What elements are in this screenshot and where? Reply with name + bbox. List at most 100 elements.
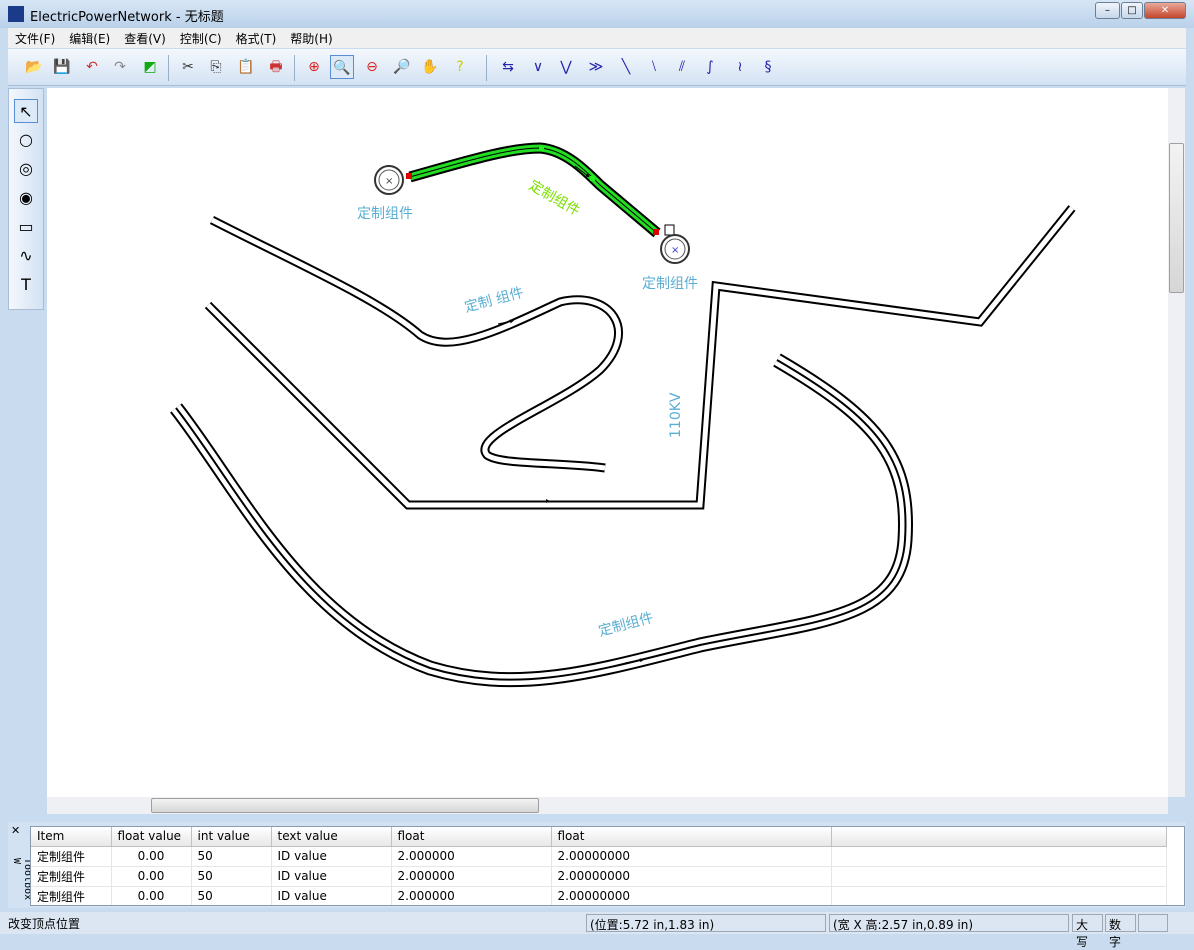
circle-tool[interactable]: ○ bbox=[14, 128, 38, 152]
menu-view[interactable]: 查看(V) bbox=[117, 28, 173, 48]
table-row[interactable]: 定制组件 0.00 50 ID value 2.000000 2.00000000 bbox=[31, 846, 1167, 867]
table-cell bbox=[831, 886, 1167, 905]
column-header[interactable]: int value bbox=[191, 827, 272, 847]
line-button[interactable]: ╲ bbox=[614, 55, 638, 79]
node-label: 定制组件 bbox=[357, 206, 413, 222]
triple-line-button[interactable]: ⫽ bbox=[670, 55, 694, 79]
vertical-scrollbar[interactable] bbox=[1168, 88, 1185, 797]
wave-tool[interactable]: ∿ bbox=[14, 244, 38, 268]
toolbar-separator bbox=[168, 55, 169, 81]
minimize-button[interactable]: – bbox=[1095, 2, 1120, 19]
scroll-thumb[interactable] bbox=[1169, 143, 1184, 293]
text-tool[interactable]: T bbox=[14, 273, 38, 297]
fill-icon: ◩ bbox=[143, 59, 157, 75]
line-icon: ╲ bbox=[621, 59, 631, 75]
horizontal-scrollbar[interactable] bbox=[47, 797, 1168, 814]
double-circle-tool[interactable]: ◎ bbox=[14, 157, 38, 181]
status-position: (位置:5.72 in,1.83 in) bbox=[586, 914, 826, 932]
table-cell: 50 bbox=[191, 846, 272, 867]
window-title: ElectricPowerNetwork - 无标题 bbox=[30, 10, 224, 25]
copy-icon: ⎘ bbox=[210, 59, 222, 75]
polyline-button[interactable]: ∨ bbox=[526, 55, 550, 79]
zoom-in-button[interactable]: ⊕ bbox=[302, 55, 326, 79]
menu-edit[interactable]: 编辑(E) bbox=[62, 28, 117, 48]
pan-hand-button[interactable]: ✋ bbox=[418, 55, 442, 79]
triple-curve-button[interactable]: § bbox=[756, 55, 780, 79]
voltage-label: 110KV bbox=[668, 392, 684, 438]
panel-close-button[interactable]: ✕ bbox=[11, 824, 20, 837]
triple-curve-icon: § bbox=[764, 59, 772, 75]
fill-button[interactable]: ◩ bbox=[138, 55, 162, 79]
help-button[interactable]: ? bbox=[448, 55, 472, 79]
table-row[interactable]: 定制组件 0.00 50 ID value 2.000000 2.00000000 bbox=[31, 886, 1167, 905]
redo-button[interactable]: ↷ bbox=[108, 55, 132, 79]
table-cell: 50 bbox=[191, 886, 272, 905]
table-cell: 2.000000 bbox=[391, 886, 552, 905]
menu-format[interactable]: 格式(T) bbox=[229, 28, 284, 48]
column-header[interactable]: float bbox=[551, 827, 832, 847]
double-line-button[interactable]: ⧵ bbox=[642, 55, 666, 79]
curve-icon: ∫ bbox=[706, 59, 714, 75]
menu-file[interactable]: 文件(F) bbox=[8, 28, 62, 48]
table-row[interactable]: 定制组件 0.00 50 ID value 2.000000 2.00000000 bbox=[31, 866, 1167, 887]
table-cell: 2.00000000 bbox=[551, 846, 832, 867]
status-caps: 大写 bbox=[1072, 914, 1103, 949]
property-grid[interactable]: Item float value int value text value float f… bbox=[30, 826, 1185, 906]
connect-button[interactable]: ⇆ bbox=[496, 55, 520, 79]
zoom-button[interactable]: 🔍 bbox=[330, 55, 354, 79]
paste-icon: 📋 bbox=[237, 59, 255, 75]
open-folder-button[interactable]: 📂 bbox=[22, 55, 46, 79]
zoom-out-button[interactable]: ⊖ bbox=[360, 55, 384, 79]
pointer-icon: ↖ bbox=[19, 102, 33, 121]
column-header[interactable]: float value bbox=[111, 827, 192, 847]
toolbar-separator bbox=[486, 55, 487, 81]
column-header[interactable]: text value bbox=[271, 827, 392, 847]
network-diagram[interactable]: × × 定制组件 定制组件 定制组件 定制 组件 定制组件 110KV bbox=[47, 88, 1168, 797]
save-button[interactable]: 💾 bbox=[50, 55, 74, 79]
svg-text:×: × bbox=[385, 176, 393, 187]
table-cell bbox=[831, 846, 1167, 867]
zoom-out-icon: ⊖ bbox=[366, 59, 378, 75]
curve-button[interactable]: ∫ bbox=[698, 55, 722, 79]
pointer-tool[interactable]: ↖ bbox=[14, 99, 38, 123]
cut-button[interactable]: ✂ bbox=[176, 55, 200, 79]
double-polyline-icon: ⋁ bbox=[560, 59, 572, 75]
help-icon: ? bbox=[456, 59, 464, 75]
double-polyline-button[interactable]: ⋁ bbox=[554, 55, 578, 79]
zoom-fit-icon: 🔎 bbox=[393, 59, 411, 75]
vertex-handle bbox=[653, 229, 659, 235]
triple-circle-tool[interactable]: ◉ bbox=[14, 186, 38, 210]
triple-polyline-button[interactable]: ≫ bbox=[584, 55, 608, 79]
double-curve-line[interactable] bbox=[209, 215, 623, 473]
vertex-handle bbox=[406, 173, 412, 179]
status-size: (宽 X 高:2.57 in,0.89 in) bbox=[829, 914, 1069, 932]
status-bar: 改变顶点位置 (位置:5.72 in,1.83 in) (宽 X 高:2.57 … bbox=[0, 912, 1194, 949]
double-line-icon: ⧵ bbox=[651, 59, 657, 75]
drawing-canvas[interactable]: × × 定制组件 定制组件 定制组件 定制 组件 定制组件 110KV bbox=[47, 88, 1168, 797]
node-circle-1[interactable]: × bbox=[374, 165, 404, 195]
double-curve-button[interactable]: ≀ bbox=[728, 55, 752, 79]
undo-button[interactable]: ↶ bbox=[80, 55, 104, 79]
redo-icon: ↷ bbox=[114, 59, 126, 75]
maximize-button[interactable]: □ bbox=[1121, 2, 1143, 19]
menu-help[interactable]: 帮助(H) bbox=[283, 28, 339, 48]
table-cell: 2.00000000 bbox=[551, 866, 832, 887]
circle-icon: ○ bbox=[19, 130, 33, 149]
print-button[interactable]: 🖶 bbox=[264, 55, 288, 79]
menu-control[interactable]: 控制(C) bbox=[173, 28, 229, 48]
column-header[interactable]: Item bbox=[31, 827, 112, 847]
paste-button[interactable]: 📋 bbox=[234, 55, 258, 79]
scroll-thumb[interactable] bbox=[151, 798, 539, 813]
copy-button[interactable]: ⎘ bbox=[204, 55, 228, 79]
toolbox: ↖ ○ ◎ ◉ ▭ ∿ T bbox=[8, 88, 44, 310]
table-cell: 0.00 bbox=[111, 846, 192, 867]
double-curve-icon: ≀ bbox=[737, 59, 743, 75]
node-circle-2[interactable]: × bbox=[660, 234, 690, 264]
line-label: 定制组件 bbox=[526, 178, 582, 220]
double-polyline[interactable] bbox=[204, 205, 1076, 510]
close-button[interactable]: ✕ bbox=[1144, 2, 1186, 19]
column-header[interactable]: float bbox=[391, 827, 552, 847]
zoom-fit-button[interactable]: 🔎 bbox=[390, 55, 414, 79]
rectangle-tool[interactable]: ▭ bbox=[14, 215, 38, 239]
table-cell: 定制组件 bbox=[31, 846, 112, 867]
